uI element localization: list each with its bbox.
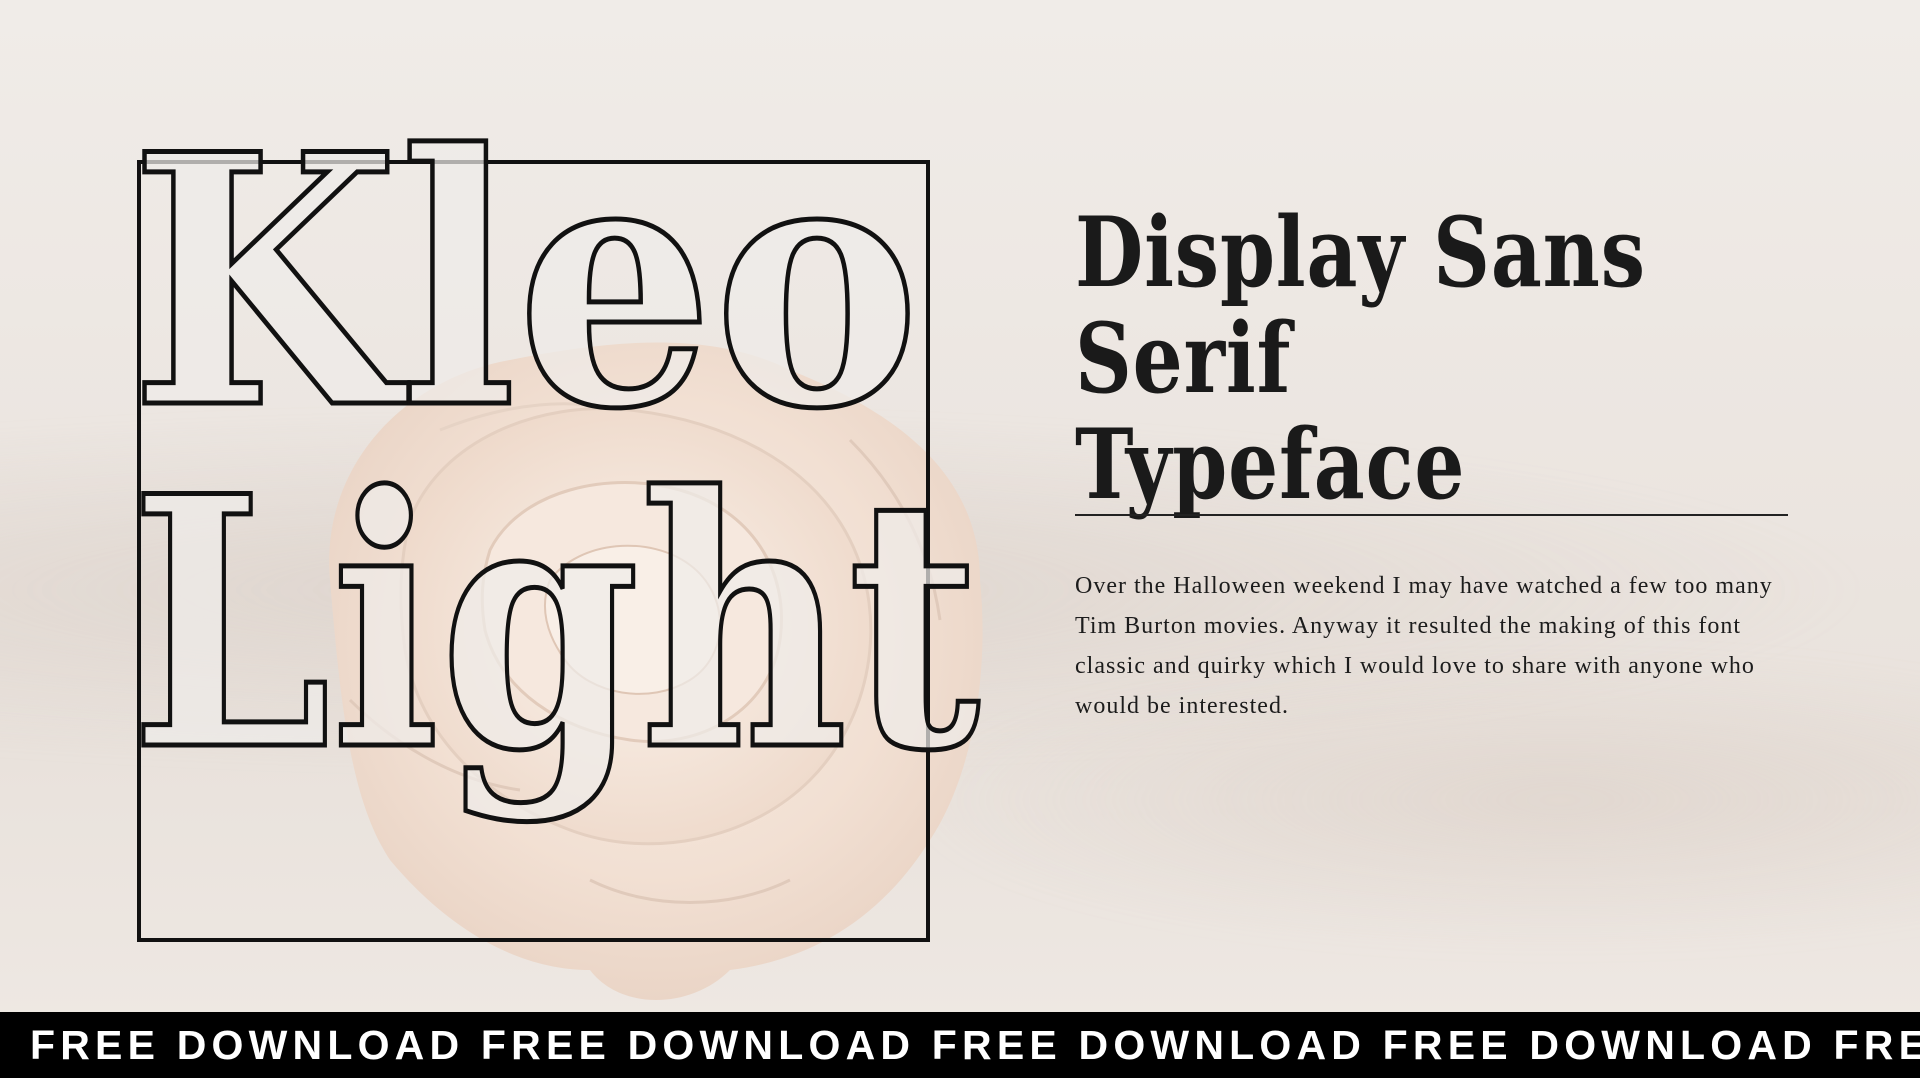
title-line-2: Light bbox=[130, 422, 982, 827]
title-lockup: Kleo Light bbox=[128, 78, 985, 830]
free-download-banner[interactable]: FREE DOWNLOAD FREE DOWNLOAD FREE DOWNLOA… bbox=[0, 1012, 1920, 1078]
banner-text: FREE DOWNLOAD FREE DOWNLOAD FREE DOWNLOA… bbox=[30, 1022, 1920, 1068]
divider-line bbox=[1075, 514, 1788, 516]
headline: Display Sans Serif Typeface bbox=[1075, 196, 1646, 521]
poster: Kleo Light Display Sans Serif Typeface O… bbox=[0, 0, 1920, 1078]
description-text: Over the Halloween weekend I may have wa… bbox=[1075, 573, 1773, 719]
